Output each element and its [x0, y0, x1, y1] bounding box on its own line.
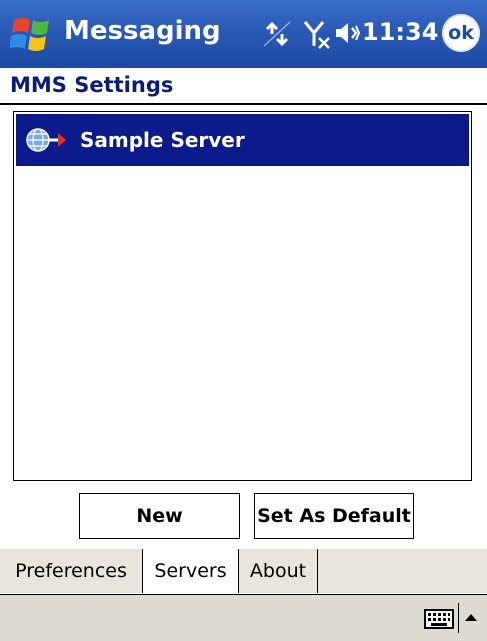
windows-start-icon[interactable] — [10, 14, 56, 56]
menu-bar — [0, 594, 487, 641]
set-as-default-button[interactable]: Set As Default — [254, 493, 414, 539]
clock[interactable]: 11:34 — [362, 18, 438, 46]
ok-button[interactable]: ok — [442, 14, 480, 52]
list-item-sample-server[interactable]: Sample Server — [16, 114, 469, 166]
server-globe-icon — [26, 128, 66, 152]
sip-arrow-up-icon[interactable] — [463, 611, 479, 623]
speaker-icon[interactable] — [334, 20, 360, 46]
app-title[interactable]: Messaging — [64, 16, 221, 46]
title-bar: Messaging 11:34 ok — [0, 0, 487, 68]
tab-strip: Preferences Servers About — [0, 549, 487, 594]
new-button[interactable]: New — [79, 493, 240, 539]
tab-strip-filler — [318, 549, 487, 593]
keyboard-icon[interactable] — [424, 609, 454, 629]
tab-servers[interactable]: Servers — [143, 549, 239, 593]
server-list[interactable]: Sample Server — [13, 111, 472, 481]
signal-off-icon[interactable] — [303, 20, 331, 50]
title-divider — [0, 103, 487, 105]
menubar-divider — [458, 603, 459, 633]
list-item-label: Sample Server — [80, 128, 245, 152]
page-title: MMS Settings — [10, 73, 174, 97]
tab-preferences[interactable]: Preferences — [0, 549, 143, 593]
connectivity-icon[interactable] — [262, 20, 292, 48]
tab-about[interactable]: About — [239, 549, 318, 593]
